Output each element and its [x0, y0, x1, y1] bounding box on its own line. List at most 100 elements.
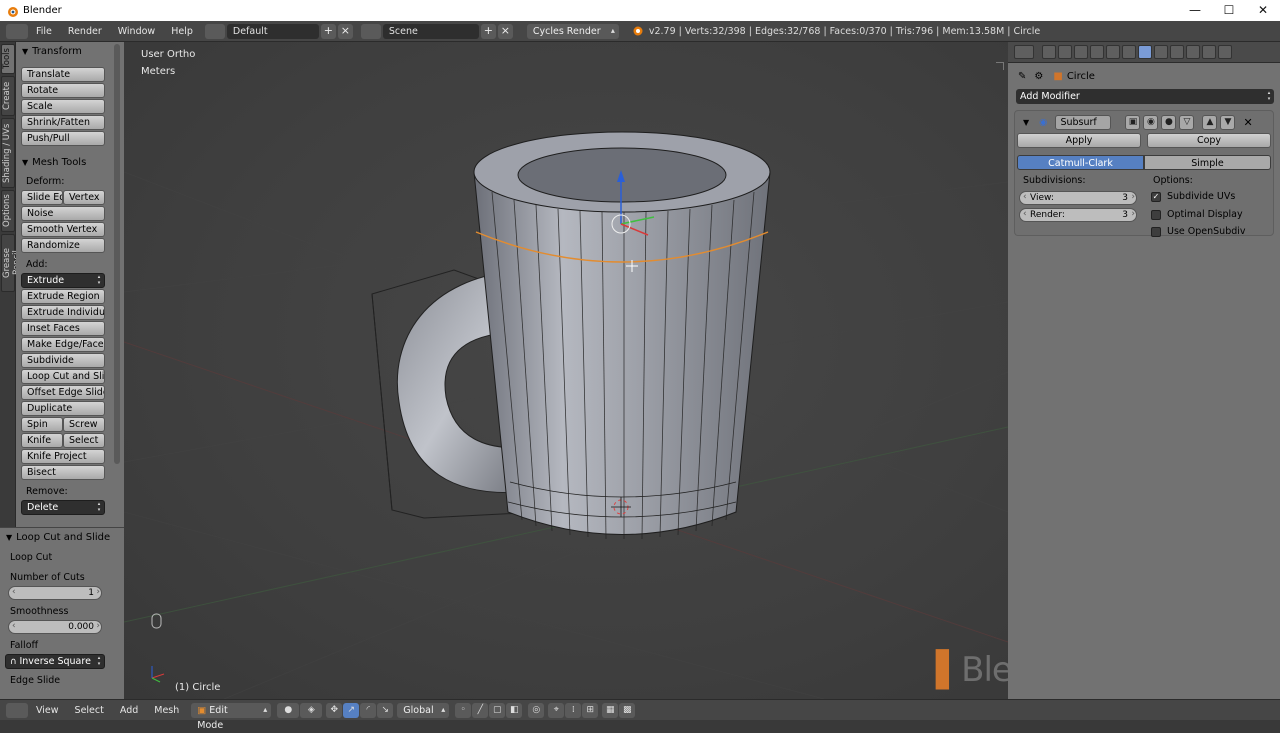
- toolshelf-scrollbar[interactable]: [114, 44, 120, 464]
- push-pull-button[interactable]: Push/Pull: [21, 131, 105, 146]
- texture-tab-icon[interactable]: [1186, 45, 1200, 59]
- render-tab-icon[interactable]: [1042, 45, 1056, 59]
- scale-button[interactable]: Scale: [21, 99, 105, 114]
- tab-create[interactable]: Create: [1, 76, 15, 116]
- render-layers-tab-icon[interactable]: [1058, 45, 1072, 59]
- expand-triangle-icon[interactable]: ▼: [1023, 118, 1029, 127]
- remove-layout-button[interactable]: ×: [337, 23, 353, 39]
- scene-icon[interactable]: [360, 23, 381, 39]
- slide-edge-button[interactable]: Slide Ed: [21, 190, 63, 205]
- menu-mesh[interactable]: Mesh: [146, 705, 187, 716]
- delete-dropdown[interactable]: Delete: [21, 500, 105, 515]
- noise-button[interactable]: Noise: [21, 206, 105, 221]
- screen-layout-field[interactable]: Default: [226, 23, 319, 39]
- panel-mesh-tools[interactable]: ▼ Mesh Tools: [16, 153, 124, 171]
- snap-target-icon[interactable]: ⊞: [582, 702, 599, 718]
- menu-file[interactable]: File: [28, 26, 60, 37]
- menu-help[interactable]: Help: [163, 26, 201, 37]
- mode-dropdown[interactable]: ▣ Edit Mode: [191, 702, 272, 731]
- pin-icon[interactable]: ✎: [1018, 71, 1026, 82]
- extrude-dropdown[interactable]: Extrude: [21, 273, 105, 288]
- rotate-button[interactable]: Rotate: [21, 83, 105, 98]
- view-levels-field[interactable]: View: 3: [1019, 191, 1137, 205]
- face-select-icon[interactable]: ▢: [489, 702, 506, 718]
- screw-button[interactable]: Screw: [63, 417, 105, 432]
- shading-icon[interactable]: ●: [277, 702, 300, 718]
- knife-project-button[interactable]: Knife Project: [21, 449, 105, 464]
- modifiers-tab-icon[interactable]: [1138, 45, 1152, 59]
- number-of-cuts-field[interactable]: 1: [8, 586, 102, 600]
- tab-options[interactable]: Options: [1, 190, 15, 232]
- snap-toggle-icon[interactable]: ⌖: [548, 702, 565, 718]
- subdivide-button[interactable]: Subdivide: [21, 353, 105, 368]
- proportional-edit-icon[interactable]: ◎: [528, 702, 545, 718]
- translate-button[interactable]: Translate: [21, 67, 105, 82]
- optimal-display-checkbox[interactable]: Optimal Display: [1151, 209, 1243, 220]
- material-tab-icon[interactable]: [1170, 45, 1184, 59]
- 3d-viewport[interactable]: User Ortho Meters (1) Circle: [124, 42, 1008, 699]
- editor-type-icon[interactable]: [1014, 45, 1034, 59]
- maximize-button[interactable]: ☐: [1212, 0, 1246, 21]
- mug-mesh[interactable]: [124, 42, 1008, 699]
- inset-faces-button[interactable]: Inset Faces: [21, 321, 105, 336]
- scene-field[interactable]: Scene: [382, 23, 479, 39]
- render-toggle-icon[interactable]: ●: [1161, 114, 1177, 130]
- menu-render[interactable]: Render: [60, 26, 110, 37]
- particles-tab-icon[interactable]: [1202, 45, 1216, 59]
- snap-element-icon[interactable]: ⁞: [565, 702, 582, 718]
- panel-loop-cut-slide[interactable]: ▼ Loop Cut and Slide: [0, 528, 124, 546]
- subdivide-uvs-checkbox[interactable]: ✓ Subdivide UVs: [1151, 191, 1235, 202]
- spin-button[interactable]: Spin: [21, 417, 63, 432]
- tab-grease-pencil[interactable]: Grease Pencil: [1, 234, 22, 292]
- close-window-button[interactable]: ✕: [1246, 0, 1280, 21]
- object-tab-icon[interactable]: [1106, 45, 1120, 59]
- constraints-tab-icon[interactable]: [1122, 45, 1136, 59]
- tab-shading-uvs[interactable]: Shading / UVs: [1, 118, 15, 188]
- offset-edge-slide-button[interactable]: Offset Edge Slide: [21, 385, 105, 400]
- rotate-manipulator-icon[interactable]: ◜: [360, 702, 377, 718]
- slide-vertex-button[interactable]: Vertex: [63, 190, 105, 205]
- remove-modifier-icon[interactable]: ✕: [1243, 116, 1252, 129]
- orientation-dropdown[interactable]: Global: [397, 702, 450, 718]
- translate-manipulator-icon[interactable]: ↗: [343, 702, 360, 718]
- add-scene-button[interactable]: +: [480, 23, 496, 39]
- menu-select[interactable]: Select: [67, 705, 112, 716]
- viewport-toggle-icon[interactable]: ◉: [1143, 114, 1159, 130]
- modifier-name-field[interactable]: Subsurf: [1055, 114, 1112, 130]
- opengl-render-icon[interactable]: ▦: [602, 702, 619, 718]
- shrink-fatten-button[interactable]: Shrink/Fatten: [21, 115, 105, 130]
- physics-tab-icon[interactable]: [1218, 45, 1232, 59]
- panel-transform[interactable]: ▼ Transform: [16, 42, 124, 60]
- extrude-individual-button[interactable]: Extrude Individual: [21, 305, 105, 320]
- occlude-geometry-icon[interactable]: ◧: [506, 702, 523, 718]
- catmull-clark-tab[interactable]: Catmull-Clark: [1017, 155, 1144, 170]
- cage-toggle-icon[interactable]: ▽: [1179, 114, 1195, 130]
- scale-manipulator-icon[interactable]: ↘: [377, 702, 394, 718]
- editor-type-icon[interactable]: [6, 702, 28, 718]
- extrude-region-button[interactable]: Extrude Region: [21, 289, 105, 304]
- tab-tools[interactable]: Tools: [1, 44, 15, 74]
- render-levels-field[interactable]: Render: 3: [1019, 208, 1137, 222]
- data-tab-icon[interactable]: [1154, 45, 1168, 59]
- knife-select-button[interactable]: Select: [63, 433, 105, 448]
- pivot-icon[interactable]: ◈: [300, 702, 323, 718]
- remove-scene-button[interactable]: ×: [497, 23, 513, 39]
- add-modifier-dropdown[interactable]: Add Modifier: [1016, 89, 1274, 104]
- falloff-dropdown[interactable]: ∩ Inverse Square: [5, 654, 105, 669]
- move-down-icon[interactable]: ▼: [1220, 114, 1236, 130]
- screen-layout-icon[interactable]: [204, 23, 225, 39]
- smooth-vertex-button[interactable]: Smooth Vertex: [21, 222, 105, 237]
- simple-tab[interactable]: Simple: [1144, 155, 1271, 170]
- render-engine-dropdown[interactable]: Cycles Render: [526, 23, 619, 39]
- move-up-icon[interactable]: ▲: [1202, 114, 1218, 130]
- editor-type-icon[interactable]: [6, 23, 28, 39]
- copy-button[interactable]: Copy: [1147, 133, 1271, 148]
- randomize-button[interactable]: Randomize: [21, 238, 105, 253]
- vertex-select-icon[interactable]: ◦: [455, 702, 472, 718]
- smoothness-field[interactable]: 0.000: [8, 620, 102, 634]
- opengl-anim-icon[interactable]: ▩: [619, 702, 636, 718]
- loop-cut-slide-button[interactable]: Loop Cut and Sli...: [21, 369, 105, 384]
- minimize-button[interactable]: —: [1178, 0, 1212, 21]
- edge-select-icon[interactable]: ╱: [472, 702, 489, 718]
- bisect-button[interactable]: Bisect: [21, 465, 105, 480]
